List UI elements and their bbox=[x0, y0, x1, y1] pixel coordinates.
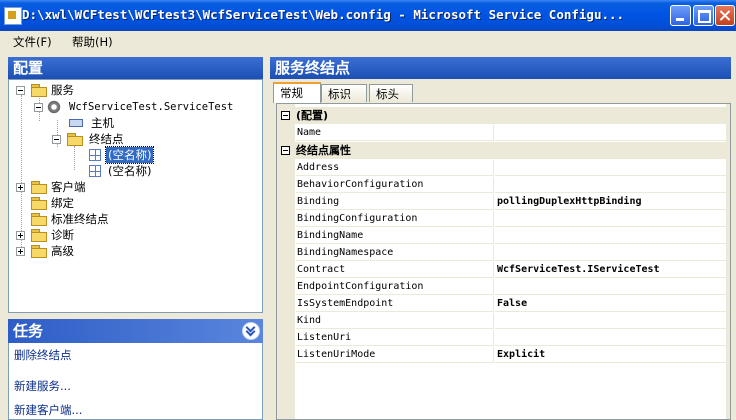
scrollbar[interactable] bbox=[726, 104, 730, 419]
folder-icon bbox=[31, 181, 47, 194]
expand-icon[interactable] bbox=[16, 231, 25, 240]
folder-icon bbox=[31, 213, 47, 226]
prop-row-listen-uri-mode[interactable]: ListenUriMode Explicit bbox=[277, 347, 726, 364]
window-title: D:\xwl\WCFtest\WCFtest3\WcfServiceTest\W… bbox=[22, 7, 625, 22]
title-bar: D:\xwl\WCFtest\WCFtest3\WcfServiceTest\W… bbox=[0, 0, 736, 31]
menu-help[interactable]: 帮助(H) bbox=[72, 34, 113, 50]
prop-row-binding[interactable]: Binding pollingDuplexHttpBinding bbox=[277, 194, 726, 211]
category-endpoint-properties[interactable]: 终结点属性 bbox=[277, 142, 726, 159]
tab-general[interactable]: 常规 bbox=[273, 82, 321, 103]
tasks-panel: 删除终结点 新建服务... 新建客户端... bbox=[8, 343, 263, 420]
minimize-button[interactable] bbox=[670, 5, 691, 26]
config-panel-header: 配置 bbox=[8, 57, 263, 79]
service-icon bbox=[47, 100, 61, 114]
prop-row-binding-namespace[interactable]: BindingNamespace bbox=[277, 245, 726, 262]
detail-panel-header: 服务终结点 bbox=[270, 57, 731, 79]
close-button[interactable] bbox=[715, 5, 735, 26]
prop-row-behavior-configuration[interactable]: BehaviorConfiguration bbox=[277, 177, 726, 194]
maximize-button[interactable] bbox=[693, 5, 714, 26]
category-config[interactable]: (配置) bbox=[277, 107, 726, 124]
prop-row-listen-uri[interactable]: ListenUri bbox=[277, 330, 726, 347]
delete-endpoint-link[interactable]: 删除终结点 bbox=[14, 347, 72, 363]
prop-row-address[interactable]: Address bbox=[277, 160, 726, 177]
collapse-icon[interactable] bbox=[52, 135, 61, 144]
tab-identity[interactable]: 标识 bbox=[321, 84, 367, 102]
prop-row-name[interactable]: Name bbox=[277, 125, 726, 142]
tab-headers[interactable]: 标头 bbox=[369, 84, 413, 102]
collapse-icon[interactable] bbox=[16, 86, 25, 95]
endpoint-icon bbox=[89, 165, 101, 177]
folder-icon bbox=[31, 84, 47, 97]
expand-icon[interactable] bbox=[16, 247, 25, 256]
collapse-icon[interactable] bbox=[281, 111, 290, 120]
host-icon bbox=[69, 119, 83, 127]
folder-icon bbox=[31, 197, 47, 210]
config-tree: 服务 WcfServiceTest.ServiceTest 主机 终结点 (空名… bbox=[8, 79, 263, 313]
endpoint-icon bbox=[89, 149, 101, 161]
tree-line bbox=[21, 95, 22, 251]
prop-row-contract[interactable]: Contract WcfServiceTest.IServiceTest bbox=[277, 262, 726, 279]
app-icon[interactable] bbox=[4, 7, 22, 25]
collapse-icon[interactable] bbox=[34, 103, 43, 112]
collapse-icon[interactable] bbox=[281, 146, 290, 155]
folder-icon bbox=[31, 245, 47, 258]
prop-row-endpoint-configuration[interactable]: EndpointConfiguration bbox=[277, 279, 726, 296]
folder-icon bbox=[67, 133, 83, 146]
new-service-link[interactable]: 新建服务... bbox=[14, 378, 71, 394]
tasks-panel-header: 任务 bbox=[8, 319, 263, 343]
tree-line bbox=[74, 146, 75, 170]
menu-file[interactable]: 文件(F) bbox=[13, 34, 52, 50]
prop-row-binding-name[interactable]: BindingName bbox=[277, 228, 726, 245]
prop-row-binding-configuration[interactable]: BindingConfiguration bbox=[277, 211, 726, 228]
folder-icon bbox=[31, 229, 47, 242]
chevron-up-icon[interactable] bbox=[242, 322, 260, 340]
prop-row-kind[interactable]: Kind bbox=[277, 313, 726, 330]
expand-icon[interactable] bbox=[16, 183, 25, 192]
menu-bar: 文件(F) 帮助(H) bbox=[0, 31, 736, 51]
property-grid: (配置) Name 终结点属性 Address BehaviorConfigur… bbox=[276, 103, 731, 420]
new-client-link[interactable]: 新建客户端... bbox=[14, 402, 82, 418]
prop-row-is-system-endpoint[interactable]: IsSystemEndpoint False bbox=[277, 296, 726, 313]
